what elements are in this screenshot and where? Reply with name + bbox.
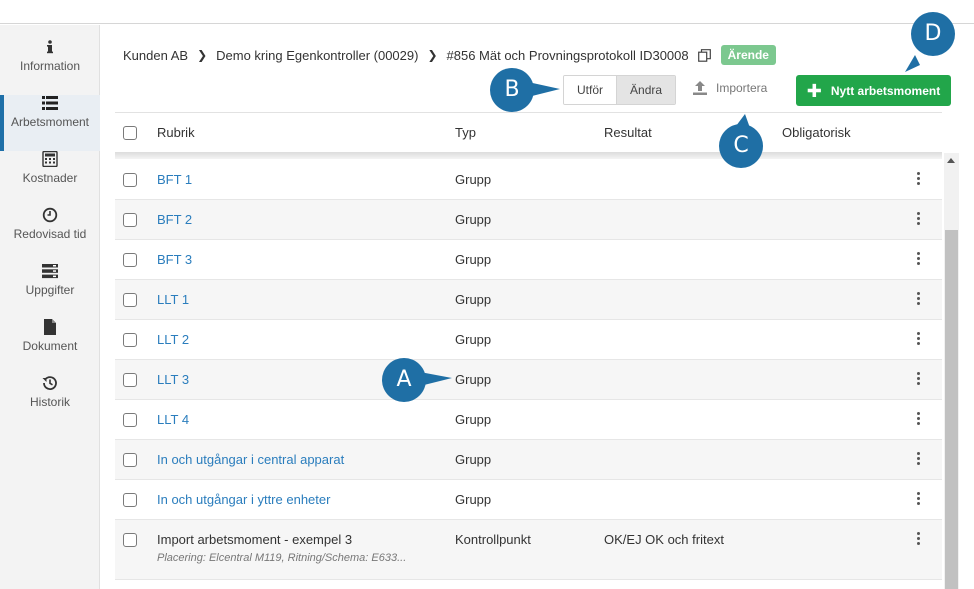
callout-c: C: [719, 124, 763, 168]
callout-a: A: [382, 358, 426, 402]
callout-b: B: [490, 68, 534, 112]
callout-d: D: [911, 12, 955, 56]
callout-pointers: [420, 55, 920, 386]
